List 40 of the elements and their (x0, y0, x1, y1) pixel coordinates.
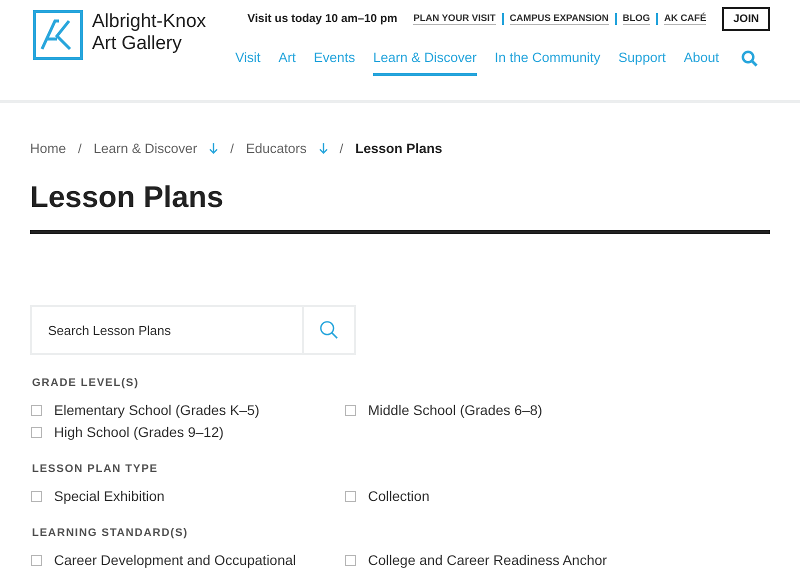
breadcrumb-link[interactable]: Learn & Discover (94, 140, 198, 156)
checkbox-label[interactable]: High School (Grades 9–12) (54, 424, 224, 441)
hours-text: Visit us today 10 am–10 pm (247, 13, 398, 25)
checkbox[interactable] (31, 427, 42, 438)
breadcrumb-current: Lesson Plans (355, 140, 442, 156)
checkbox[interactable] (345, 555, 356, 566)
checkbox-label[interactable]: Collection (368, 488, 430, 505)
logo-icon[interactable] (33, 10, 83, 60)
breadcrumb-link[interactable]: Home (30, 140, 66, 156)
search-icon[interactable] (741, 50, 758, 66)
utility-link[interactable]: BLOG (622, 13, 650, 25)
breadcrumb-separator: / (230, 140, 234, 156)
filter-heading: GRADE LEVEL(S) (32, 377, 140, 389)
page-title: Lesson Plans (30, 180, 224, 216)
checkbox-label[interactable]: Middle School (Grades 6–8) (368, 402, 542, 419)
checkbox[interactable] (31, 491, 42, 502)
checkbox-label[interactable]: Career Development and Occupational (54, 552, 296, 569)
search-field[interactable]: Search Lesson Plans (30, 305, 302, 355)
checkbox[interactable] (345, 405, 356, 416)
checkbox-label[interactable]: Special Exhibition (54, 488, 165, 505)
down-arrow-icon[interactable] (318, 142, 328, 154)
checkbox-label[interactable]: Elementary School (Grades K–5) (54, 402, 260, 419)
join-button[interactable]: JOIN (722, 7, 770, 31)
breadcrumb-separator: / (78, 140, 82, 156)
checkbox[interactable] (345, 491, 356, 502)
breadcrumb-separator: / (340, 140, 344, 156)
checkbox-label[interactable]: College and Career Readiness Anchor (368, 552, 607, 569)
checkbox[interactable] (31, 555, 42, 566)
down-arrow-icon[interactable] (209, 142, 218, 154)
filter-heading: LEARNING STANDARD(S) (32, 527, 190, 539)
filter-heading: LESSON PLAN TYPE (32, 463, 160, 475)
logo-text[interactable]: Art Gallery (92, 33, 206, 55)
utility-link[interactable]: PLAN YOUR VISIT (413, 13, 496, 25)
search-icon (319, 320, 339, 340)
logo-text[interactable]: Albright-Knox (92, 11, 206, 33)
search-button[interactable] (302, 305, 356, 355)
utility-link[interactable]: AK CAFÉ (664, 13, 706, 25)
utility-link[interactable]: CAMPUS EXPANSION (510, 13, 609, 25)
breadcrumb-link[interactable]: Educators (246, 140, 307, 156)
checkbox[interactable] (31, 405, 42, 416)
